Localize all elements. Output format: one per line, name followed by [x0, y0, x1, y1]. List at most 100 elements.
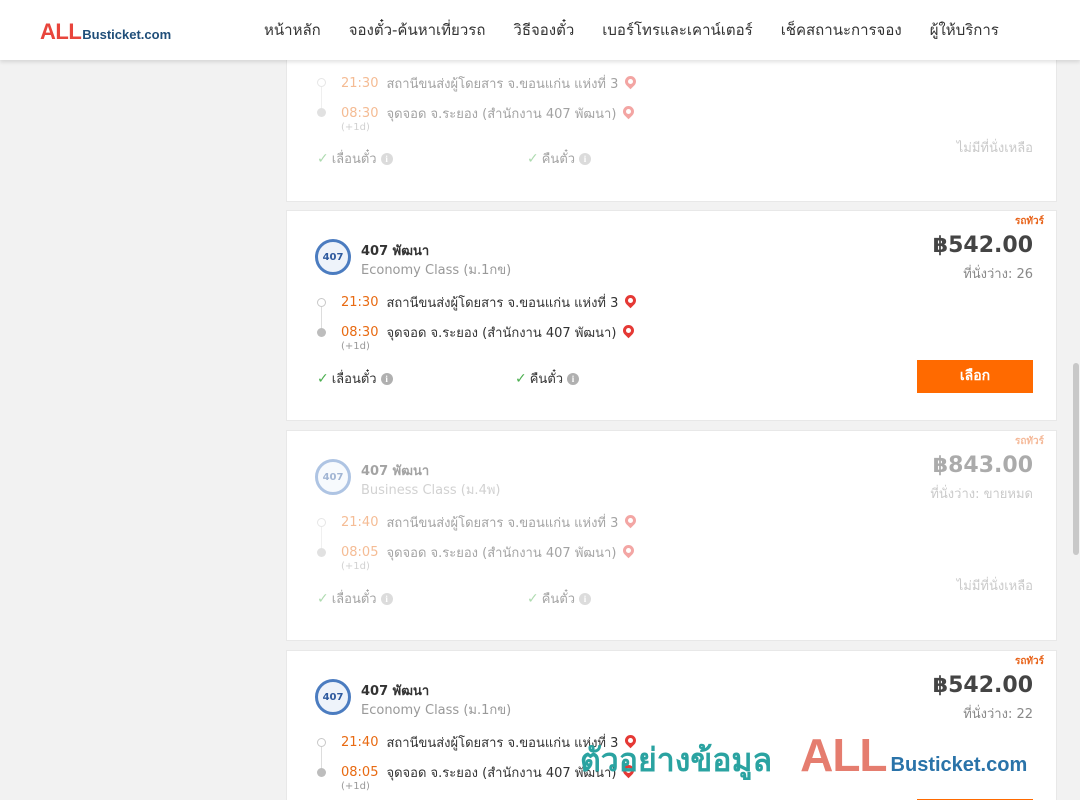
timeline-line: [321, 527, 322, 549]
watermark-sample-text: ตัวอย่างข้อมูล: [580, 741, 773, 779]
logo-all-text: ALL: [40, 19, 82, 44]
scrollbar-thumb[interactable]: [1073, 363, 1079, 555]
bus-class: Economy Class (ม.1กข): [361, 703, 512, 718]
site-logo[interactable]: ALL Busticket.com: [40, 19, 171, 45]
arrive-time: 08:05: [341, 765, 379, 780]
info-icon[interactable]: i: [567, 372, 580, 385]
arrive-time: 08:05: [341, 545, 379, 560]
bus-type-tag: รถทัวร์: [1014, 436, 1044, 447]
operator-name: 407 พัฒนา: [361, 464, 430, 479]
ticket-price: ฿542.00: [932, 673, 1033, 698]
operator-name: 407 พัฒนา: [361, 684, 430, 699]
next-day-label: (+1d): [341, 122, 370, 133]
next-day-label: (+1d): [341, 561, 370, 572]
arrive-stop: 08:05 จุดจอด จ.ระยอง (สำนักงาน 407 พัฒนา…: [341, 542, 637, 563]
refund-policy: ✓ คืนตั๋ว i: [515, 368, 580, 389]
nav-operators[interactable]: ผู้ให้บริการ: [930, 18, 999, 42]
depart-time: 21:30: [341, 295, 379, 310]
nav-how-to-book[interactable]: วิธีจองตั๋ว: [513, 18, 574, 42]
map-pin-icon[interactable]: [623, 512, 639, 529]
nav-phone-counters[interactable]: เบอร์โทรและเคาน์เตอร์: [602, 18, 752, 42]
arrive-place: จุดจอด จ.ระยอง (สำนักงาน 407 พัฒนา): [386, 326, 617, 341]
bus-class: Economy Class (ม.1กข): [361, 263, 512, 278]
map-pin-icon[interactable]: [621, 542, 637, 559]
arrive-time: 08:30: [341, 106, 379, 121]
depart-stop: 21:30 สถานีขนส่งผู้โดยสาร จ.ขอนแก่น แห่ง…: [341, 73, 639, 94]
timeline-depart-dot: [317, 518, 326, 527]
info-icon[interactable]: i: [380, 372, 393, 385]
nav-home[interactable]: หน้าหลัก: [264, 18, 321, 42]
arrive-place: จุดจอด จ.ระยอง (สำนักงาน 407 พัฒนา): [386, 107, 617, 122]
depart-stop: 21:30 สถานีขนส่งผู้โดยสาร จ.ขอนแก่น แห่ง…: [341, 292, 639, 313]
select-button[interactable]: เลือก: [917, 360, 1033, 393]
depart-place: สถานีขนส่งผู้โดยสาร จ.ขอนแก่น แห่งที่ 3: [386, 77, 619, 92]
refund-label: คืนตั๋ว: [541, 152, 576, 167]
trip-card: 21:30 สถานีขนส่งผู้โดยสาร จ.ขอนแก่น แห่ง…: [286, 40, 1057, 202]
site-header: ALL Busticket.com หน้าหลัก จองตั๋ว-ค้นหา…: [0, 0, 1080, 60]
reschedule-label: เลื่อนตั๋ว: [331, 592, 377, 607]
info-icon[interactable]: i: [579, 152, 592, 165]
check-icon: ✓: [317, 150, 329, 167]
trip-card: รถทัวร์ 407 407 พัฒนา Business Class (ม.…: [286, 430, 1057, 641]
ticket-price: ฿843.00: [932, 453, 1033, 478]
seats-available: ที่นั่งว่าง: 26: [963, 267, 1033, 282]
timeline-arrive-dot: [317, 328, 326, 337]
timeline-arrive-dot: [317, 768, 326, 777]
depart-place: สถานีขนส่งผู้โดยสาร จ.ขอนแก่น แห่งที่ 3: [386, 516, 619, 531]
operator-logo: 407: [315, 459, 351, 495]
map-pin-icon[interactable]: [623, 73, 639, 90]
bus-type-tag: รถทัวร์: [1014, 216, 1044, 227]
refund-policy: ✓ คืนตั๋ว i: [527, 588, 592, 609]
nav-book-search[interactable]: จองตั๋ว-ค้นหาเที่ยวรถ: [349, 18, 486, 42]
map-pin-icon[interactable]: [623, 292, 639, 309]
reschedule-policy: ✓ เลื่อนตั๋ว i: [317, 148, 393, 169]
info-icon[interactable]: i: [579, 592, 592, 605]
reschedule-label: เลื่อนตั๋ว: [331, 152, 377, 167]
reschedule-label: เลื่อนตั๋ว: [331, 372, 377, 387]
operator-name: 407 พัฒนา: [361, 244, 430, 259]
next-day-label: (+1d): [341, 781, 370, 792]
trip-card: รถทัวร์ 407 407 พัฒนา Economy Class (ม.1…: [286, 210, 1057, 421]
timeline-depart-dot: [317, 78, 326, 87]
refund-policy: ✓ คืนตั๋ว i: [527, 148, 592, 169]
operator-logo: 407: [315, 679, 351, 715]
timeline-depart-dot: [317, 738, 326, 747]
arrive-stop: 08:30 จุดจอด จ.ระยอง (สำนักงาน 407 พัฒนา…: [341, 103, 637, 124]
ticket-price: ฿542.00: [932, 233, 1033, 258]
watermark-busticket-text: Busticket.com: [890, 754, 1028, 776]
arrive-time: 08:30: [341, 325, 379, 340]
logo-busticket-text: Busticket.com: [82, 27, 172, 42]
main-nav: หน้าหลัก จองตั๋ว-ค้นหาเที่ยวรถ วิธีจองตั…: [250, 0, 1013, 60]
reschedule-policy: ✓ เลื่อนตั๋ว i: [317, 368, 393, 389]
check-icon: ✓: [515, 370, 527, 387]
refund-label: คืนตั๋ว: [541, 592, 576, 607]
check-icon: ✓: [527, 150, 539, 167]
info-icon[interactable]: i: [380, 592, 393, 605]
check-icon: ✓: [317, 590, 329, 607]
no-seats-label: ไม่มีที่นั่งเหลือ: [956, 579, 1033, 594]
timeline-arrive-dot: [317, 548, 326, 557]
depart-time: 21:40: [341, 515, 379, 530]
arrive-stop: 08:30 จุดจอด จ.ระยอง (สำนักงาน 407 พัฒนา…: [341, 322, 637, 343]
operator-logo: 407: [315, 239, 351, 275]
timeline-depart-dot: [317, 298, 326, 307]
check-icon: ✓: [527, 590, 539, 607]
timeline-line: [321, 747, 322, 769]
timeline-line: [321, 307, 322, 329]
depart-time: 21:30: [341, 76, 379, 91]
map-pin-icon[interactable]: [621, 103, 637, 120]
check-icon: ✓: [317, 370, 329, 387]
info-icon[interactable]: i: [380, 152, 393, 165]
refund-label: คืนตั๋ว: [529, 372, 564, 387]
seats-available: ที่นั่งว่าง: 22: [963, 707, 1033, 722]
depart-place: สถานีขนส่งผู้โดยสาร จ.ขอนแก่น แห่งที่ 3: [386, 296, 619, 311]
depart-stop: 21:40 สถานีขนส่งผู้โดยสาร จ.ขอนแก่น แห่ง…: [341, 512, 639, 533]
bus-class: Business Class (ม.4พ): [361, 483, 501, 498]
seats-available: ที่นั่งว่าง: ขายหมด: [930, 487, 1033, 502]
next-day-label: (+1d): [341, 341, 370, 352]
arrive-place: จุดจอด จ.ระยอง (สำนักงาน 407 พัฒนา): [386, 546, 617, 561]
depart-time: 21:40: [341, 735, 379, 750]
watermark-all-text: ALL: [800, 729, 887, 781]
map-pin-icon[interactable]: [621, 322, 637, 339]
nav-booking-status[interactable]: เช็คสถานะการจอง: [781, 18, 902, 42]
